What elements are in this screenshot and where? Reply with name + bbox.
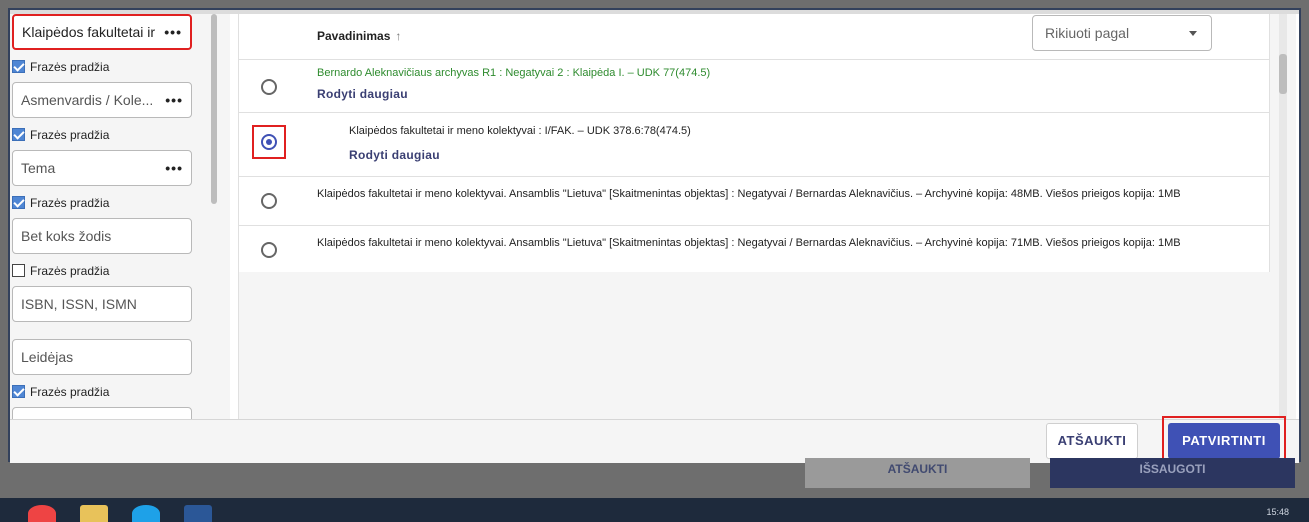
phrase-start-checkbox-5[interactable]: Frazės pradžia (12, 384, 109, 400)
checkbox-icon[interactable] (12, 128, 25, 142)
show-more-link[interactable]: Rodyti daugiau (317, 87, 408, 101)
folder-icon[interactable] (80, 505, 108, 522)
row-title: Klaipėdos fakultetai ir meno kolektyvai.… (317, 188, 1181, 200)
row-title: Klaipėdos fakultetai ir meno kolektyvai.… (317, 237, 1181, 249)
background-cancel-button[interactable]: ATŠAUKTI (805, 458, 1030, 488)
checkbox-icon[interactable] (12, 60, 25, 74)
skype-icon[interactable] (132, 505, 160, 522)
phrase-start-checkbox-2[interactable]: Frazės pradžia (12, 127, 109, 143)
tray-clock: 15:48 (1266, 507, 1289, 517)
filter-field-more[interactable] (12, 407, 192, 419)
filter-panel: Klaipėdos fakultetai ir ••• Frazės pradž… (10, 14, 230, 419)
checkbox-icon[interactable] (12, 385, 25, 399)
results-table: Pavadinimas ↑ Rikiuoti pagal Bernardo Ale… (239, 14, 1270, 272)
cancel-button[interactable]: ATŠAUKTI (1046, 423, 1138, 459)
radio-button-selected[interactable] (261, 134, 277, 150)
phrase-start-checkbox-4[interactable]: Frazės pradžia (12, 263, 109, 279)
dialog-footer: ATŠAUKTI PATVIRTINTI (10, 416, 1299, 466)
row-title: Klaipėdos fakultetai ir meno kolektyvai … (349, 125, 691, 137)
more-dots-icon[interactable]: ••• (165, 83, 183, 117)
phrase-start-checkbox-1[interactable]: Frazės pradžia (12, 59, 109, 75)
filter-field-subject-label: Tema (21, 160, 56, 176)
radio-button[interactable] (261, 193, 277, 209)
table-row[interactable]: Bernardo Aleknavičiaus archyvas R1 : Neg… (239, 60, 1269, 113)
phrase-start-checkbox-3[interactable]: Frazės pradžia (12, 195, 109, 211)
confirm-button[interactable]: PATVIRTINTI (1168, 423, 1280, 459)
filter-scrollbar[interactable] (211, 14, 217, 204)
sort-select[interactable]: Rikiuoti pagal (1032, 15, 1212, 51)
checkbox-icon[interactable] (12, 196, 25, 210)
filter-field-title-value: Klaipėdos fakultetai ir (22, 24, 156, 40)
word-icon[interactable] (184, 505, 212, 522)
table-row[interactable]: Klaipėdos fakultetai ir meno kolektyvai … (239, 113, 1269, 177)
filter-field-author[interactable]: Asmenvardis / Kole... ••• (12, 82, 192, 118)
filter-field-isbn[interactable]: ISBN, ISSN, ISMN (12, 286, 192, 322)
filter-field-subject[interactable]: Tema ••• (12, 150, 192, 186)
table-header: Pavadinimas ↑ Rikiuoti pagal (239, 14, 1269, 60)
filter-field-any-word-label: Bet koks žodis (21, 228, 112, 244)
caret-down-icon (1189, 31, 1197, 36)
filter-field-title[interactable]: Klaipėdos fakultetai ir ••• (12, 14, 192, 50)
more-dots-icon[interactable]: ••• (164, 16, 182, 48)
results-scroll-thumb[interactable] (1279, 54, 1287, 94)
radio-button[interactable] (261, 79, 277, 95)
filter-field-publisher[interactable]: Leidėjas (12, 339, 192, 375)
radio-button[interactable] (261, 242, 277, 258)
filter-field-any-word[interactable]: Bet koks žodis (12, 218, 192, 254)
filter-field-author-label: Asmenvardis / Kole... (21, 92, 154, 108)
selection-dialog: Klaipėdos fakultetai ir ••• Frazės pradž… (8, 8, 1301, 466)
sort-select-placeholder: Rikiuoti pagal (1045, 25, 1130, 41)
background-save-button[interactable]: IŠSAUGOTI (1050, 458, 1295, 488)
chrome-icon[interactable] (28, 505, 56, 522)
table-row[interactable]: Klaipėdos fakultetai ir meno kolektyvai.… (239, 226, 1269, 272)
show-more-link[interactable]: Rodyti daugiau (349, 148, 440, 162)
filter-field-isbn-label: ISBN, ISSN, ISMN (21, 296, 137, 312)
more-dots-icon[interactable]: ••• (165, 151, 183, 185)
column-header-title[interactable]: Pavadinimas ↑ (317, 29, 401, 43)
row-title: Bernardo Aleknavičiaus archyvas R1 : Neg… (317, 67, 711, 79)
sort-arrow-icon[interactable]: ↑ (395, 29, 401, 43)
checkbox-icon[interactable] (12, 264, 25, 278)
filter-field-publisher-label: Leidėjas (21, 349, 74, 365)
table-row[interactable]: Klaipėdos fakultetai ir meno kolektyvai.… (239, 177, 1269, 226)
results-panel: Pavadinimas ↑ Rikiuoti pagal Bernardo Ale… (238, 14, 1296, 419)
